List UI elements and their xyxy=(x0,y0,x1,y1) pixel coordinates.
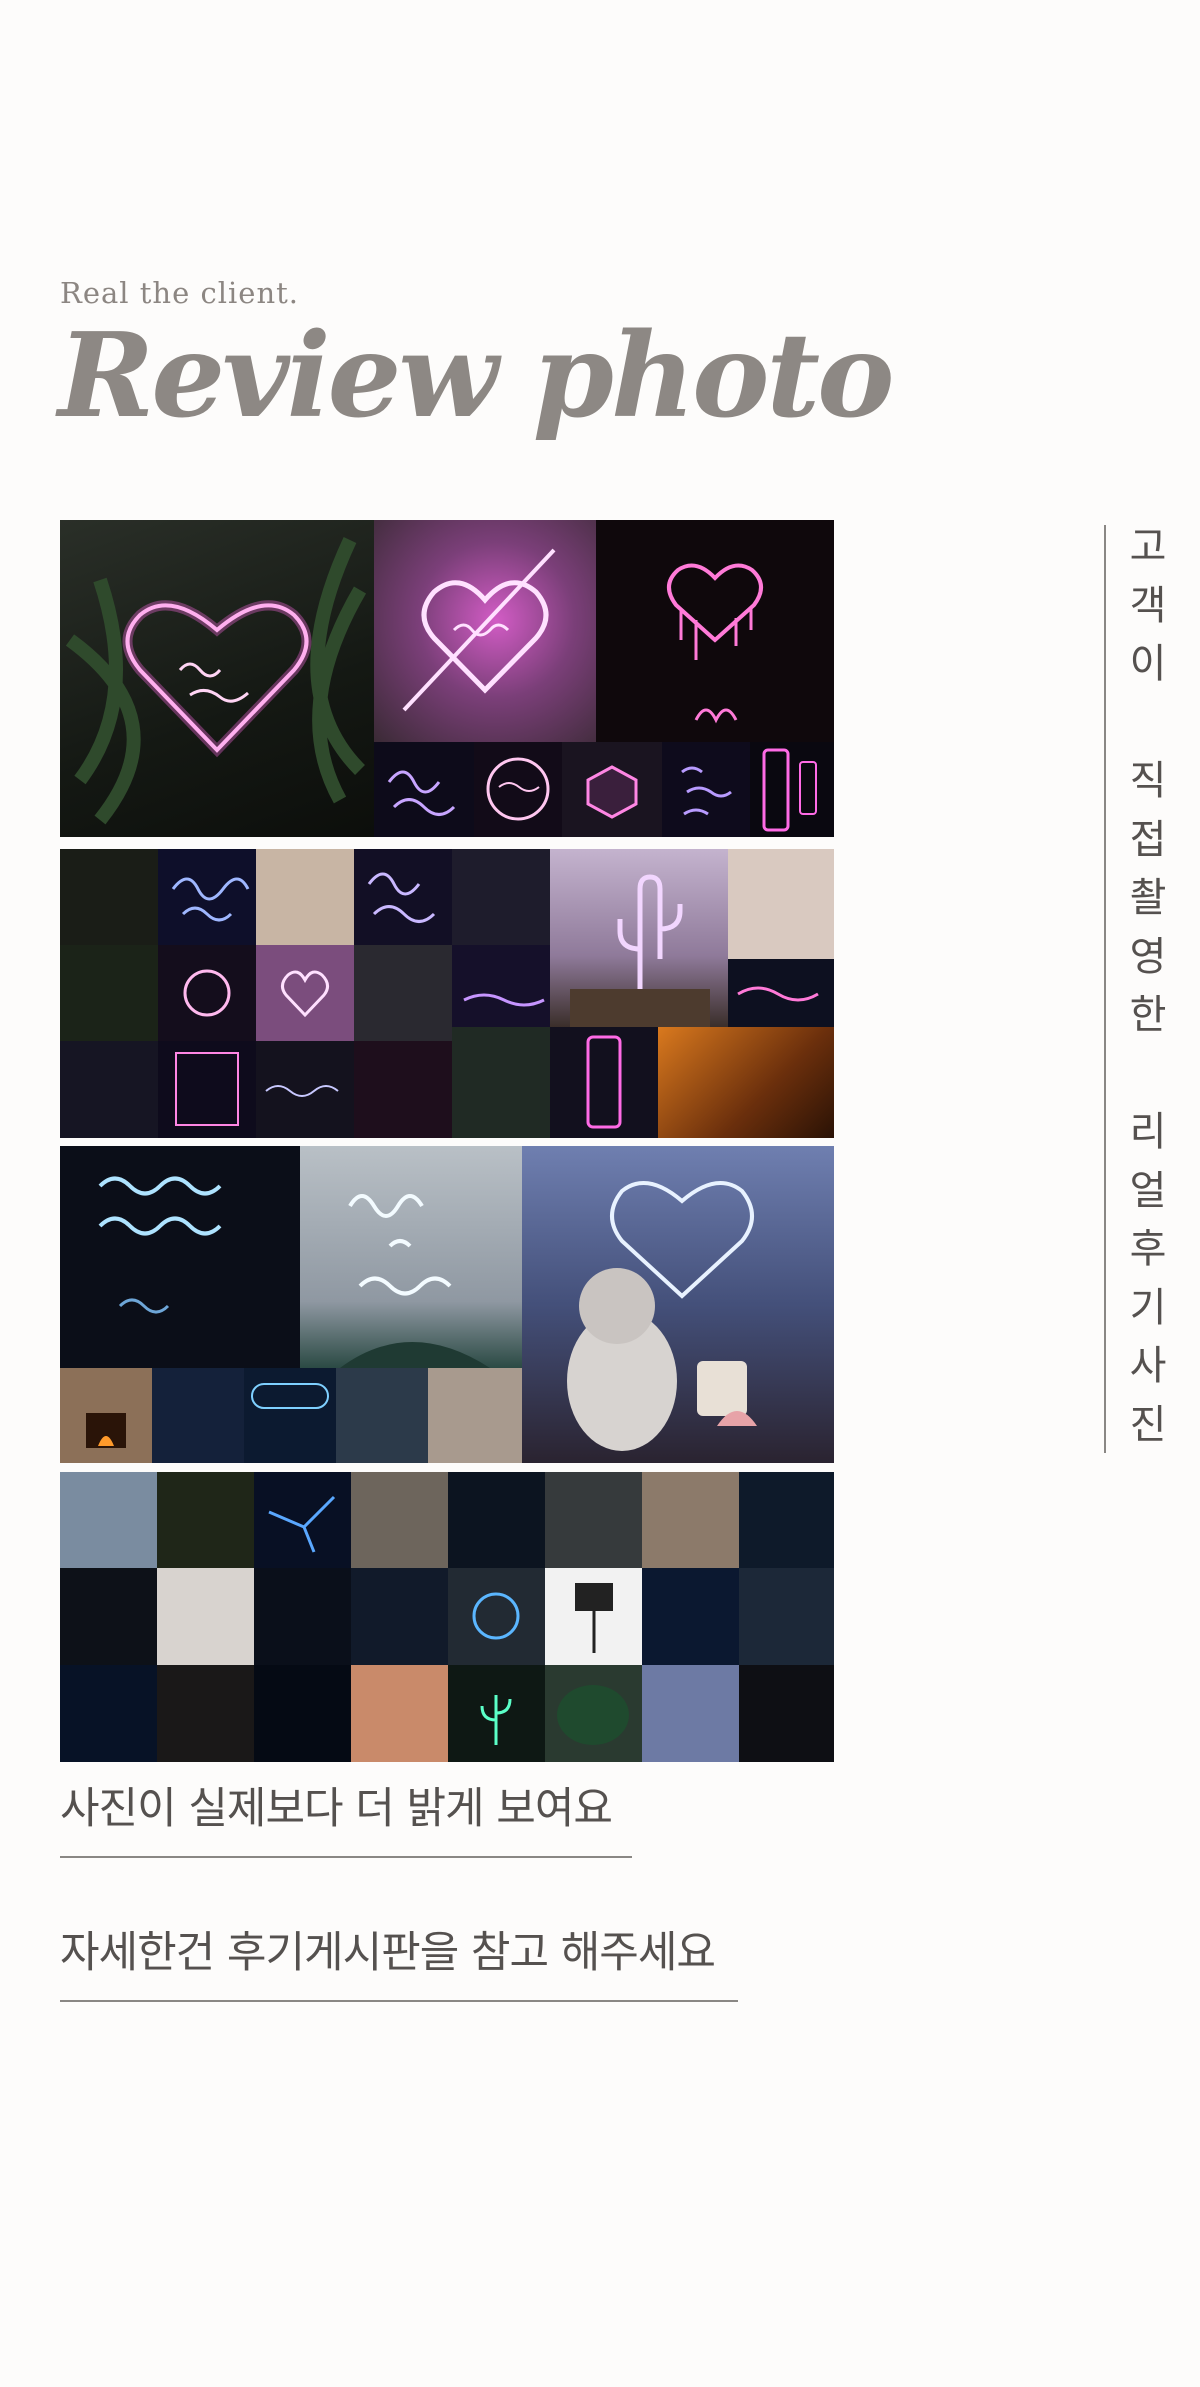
photo-wooden-roller xyxy=(642,1568,739,1665)
photo-tile xyxy=(60,1665,157,1762)
photo-cactus xyxy=(550,849,728,1027)
photo-merry-night xyxy=(60,1568,157,1665)
photo-dripping-heart xyxy=(596,520,834,742)
photo-tile xyxy=(728,959,834,1027)
photo-tile xyxy=(60,945,158,1041)
photo-ring xyxy=(448,1568,545,1665)
photo-w-concept xyxy=(244,1368,336,1463)
vertical-caption-char: 리 xyxy=(1129,1109,1167,1155)
photo-tile xyxy=(158,945,256,1041)
photo-tile xyxy=(452,1027,550,1138)
notice-brightness-underline xyxy=(60,1856,632,1858)
fireplace-icon xyxy=(86,1413,126,1448)
photo-circle-sign xyxy=(474,742,562,837)
photo-music-stand xyxy=(545,1568,642,1665)
neon-bird-icon xyxy=(268,1495,336,1553)
photo-tile xyxy=(739,1568,834,1665)
photo-lit-room xyxy=(658,1027,834,1138)
music-stand-icon xyxy=(575,1583,613,1653)
vertical-caption-char xyxy=(1122,694,1174,753)
photo-bird xyxy=(254,1472,351,1568)
photo-eternal-sunshine xyxy=(60,1146,300,1368)
photo-tile xyxy=(642,1472,739,1568)
photo-sunpba xyxy=(545,1472,642,1568)
photo-tile xyxy=(354,945,452,1041)
vertical-caption-char: 촬 xyxy=(1129,875,1167,921)
photo-hello-world xyxy=(256,849,354,945)
photo-shelf xyxy=(728,849,834,959)
notice-review-board-underline xyxy=(60,2000,738,2002)
photo-tile xyxy=(351,1568,448,1665)
photo-tile xyxy=(351,1665,448,1762)
photo-tile xyxy=(60,1472,157,1568)
neon-cactus-icon xyxy=(570,874,710,1027)
photo-pink-heart-arrow xyxy=(374,520,596,742)
vertical-caption-char xyxy=(1122,1045,1174,1104)
vertical-caption-char: 진 xyxy=(1129,1401,1167,1448)
vertical-caption-char: 얼 xyxy=(1129,1167,1167,1214)
candle-icon xyxy=(697,1361,747,1416)
notice-brightness: 사진이 실제보다 더 밝게 보여요 xyxy=(60,1784,613,1834)
neon-ring-icon xyxy=(472,1592,520,1640)
page-title: Review photo xyxy=(58,308,894,444)
photo-fall-in-love-2 xyxy=(354,849,452,945)
photo-eat-play-love-2 xyxy=(158,1041,256,1138)
review-photo-collage-grid xyxy=(60,1472,834,1762)
review-photo-collage-mixed xyxy=(60,849,834,1138)
photo-tile xyxy=(254,1665,351,1762)
photo-hexagon-sign xyxy=(562,742,662,837)
photo-tile xyxy=(157,1568,254,1665)
vertical-caption-char: 고 xyxy=(1129,524,1167,570)
photo-tile xyxy=(157,1472,254,1568)
photo-cactus-2 xyxy=(448,1665,545,1762)
notice-review-board: 자세한건 후기게시판을 참고 해주세요 xyxy=(60,1928,716,1978)
vertical-caption-char: 영 xyxy=(1129,933,1167,980)
vertical-caption-char: 기 xyxy=(1129,1284,1167,1331)
photo-eternal-sunshine-2 xyxy=(448,1472,545,1568)
vertical-caption-char: 사 xyxy=(1129,1343,1167,1389)
photo-tile xyxy=(254,1568,351,1665)
photo-tile xyxy=(351,1472,448,1568)
photo-tile xyxy=(60,849,158,945)
vertical-caption-char: 객 xyxy=(1129,582,1167,629)
photo-tile xyxy=(452,849,550,945)
eyebrow-text: Real the client. xyxy=(60,276,299,310)
photo-robbin-mode-cat xyxy=(522,1146,834,1463)
photo-tile xyxy=(739,1665,834,1762)
photo-fireplace xyxy=(60,1368,152,1463)
photo-viva-er-amor xyxy=(300,1146,522,1368)
photo-tile xyxy=(739,1472,834,1568)
vertical-caption-char: 후 xyxy=(1129,1226,1167,1272)
review-photo-collage-pink xyxy=(60,520,834,837)
vertical-caption-char: 접 xyxy=(1129,816,1167,863)
neon-heart-icon xyxy=(65,537,367,825)
photo-eat-play-love xyxy=(662,742,750,837)
photo-tile xyxy=(157,1665,254,1762)
photo-sweet-dreams xyxy=(256,1041,354,1138)
photo-fall-in-love xyxy=(374,742,474,837)
vertical-divider xyxy=(1104,525,1106,1453)
photo-tile xyxy=(354,1041,452,1138)
photo-always-love xyxy=(158,849,256,945)
photo-cheddarholic xyxy=(336,1368,428,1463)
photo-japanese-sign-2 xyxy=(550,1027,658,1138)
vertical-caption-char: 이 xyxy=(1129,641,1167,687)
photo-tile xyxy=(428,1368,522,1463)
photo-tile xyxy=(256,945,354,1041)
photo-tile xyxy=(152,1368,244,1463)
vertical-caption-char: 직 xyxy=(1129,758,1167,804)
photo-japanese-sign xyxy=(750,742,834,837)
review-photo-collage-blue xyxy=(60,1146,834,1463)
photo-monstera xyxy=(545,1665,642,1762)
photo-palm-heart xyxy=(60,520,374,837)
photo-for-ryu xyxy=(60,1041,158,1138)
photo-tile xyxy=(642,1665,739,1762)
monstera-leaf-icon xyxy=(557,1685,629,1745)
vertical-caption: 고 객 이 직 접 촬 영 한 리 얼 후 기 사 진 xyxy=(1122,518,1174,1454)
vertical-caption-char: 한 xyxy=(1129,992,1167,1038)
